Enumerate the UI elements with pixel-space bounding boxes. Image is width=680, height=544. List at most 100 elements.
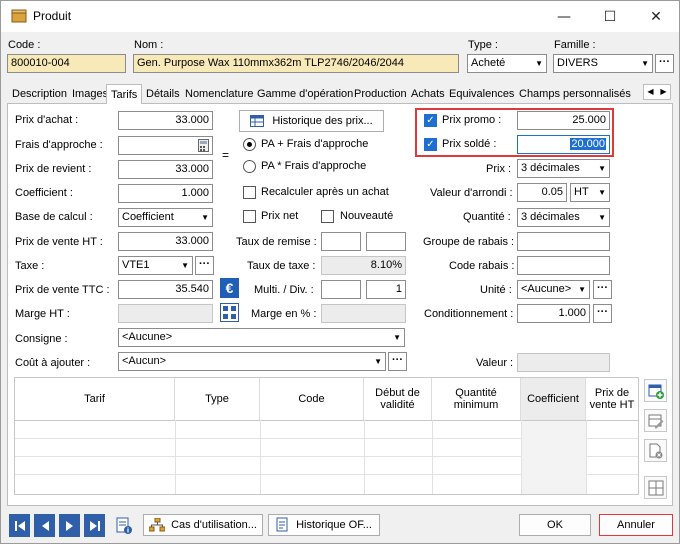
arrow-right-icon[interactable]: ▶ — [660, 85, 666, 99]
chevron-down-icon: ▼ — [598, 188, 606, 197]
next-icon — [65, 520, 73, 531]
euro-icon[interactable]: € — [220, 278, 239, 298]
last-icon — [89, 520, 100, 531]
product-box-icon — [11, 9, 27, 23]
recalculer-checkbox[interactable] — [243, 186, 256, 199]
prix-revient-input[interactable]: 33.000 — [118, 160, 213, 179]
tab-images[interactable]: Images — [72, 88, 108, 100]
calculator-icon[interactable] — [198, 139, 209, 152]
cas-utilisation-button[interactable]: Cas d'utilisation... — [143, 514, 263, 536]
col-header-pv-ht[interactable]: Prix de vente HT — [586, 378, 638, 420]
type-value: Acheté — [471, 57, 506, 69]
code-rabais-input[interactable] — [517, 256, 610, 275]
unite-more-button[interactable]: ··· — [593, 280, 612, 299]
radio-pa-plus[interactable] — [243, 138, 256, 151]
div-input[interactable]: 1 — [366, 280, 406, 299]
historique-prix-button[interactable]: Historique des prix... — [239, 110, 384, 132]
prix-decimales-select[interactable]: 3 décimales ▼ — [517, 159, 610, 178]
prix-achat-input[interactable]: 33.000 — [118, 111, 213, 130]
first-record-button[interactable] — [9, 514, 30, 537]
last-record-button[interactable] — [84, 514, 105, 537]
famille-label: Famille : — [554, 39, 596, 51]
minimize-button[interactable]: — — [541, 1, 587, 32]
nom-field[interactable]: Gen. Purpose Wax 110mmx362m TLP2746/2046… — [133, 54, 459, 73]
taux-remise-input-2[interactable] — [366, 232, 406, 251]
tab-details[interactable]: Détails — [146, 88, 180, 100]
pv-ht-input[interactable]: 33.000 — [118, 232, 213, 251]
arrow-left-icon[interactable]: ◀ — [647, 85, 653, 99]
taxe-select[interactable]: VTE1 ▼ — [118, 256, 193, 275]
frais-approche-input[interactable] — [118, 136, 213, 155]
ok-button[interactable]: OK — [519, 514, 591, 536]
next-record-button[interactable] — [59, 514, 80, 537]
close-button[interactable]: ✕ — [633, 1, 679, 32]
chevron-down-icon: ▼ — [578, 285, 586, 294]
arrondi-input[interactable]: 0.05 — [517, 183, 567, 202]
quantite-select[interactable]: 3 décimales ▼ — [517, 208, 610, 227]
tab-production[interactable]: Production — [354, 88, 407, 100]
prix-promo-label: Prix promo : — [442, 114, 502, 126]
famille-select[interactable]: DIVERS ▼ — [553, 54, 653, 73]
cout-more-button[interactable]: ··· — [388, 352, 407, 371]
info-button[interactable] — [113, 514, 135, 537]
edit-row-icon — [648, 414, 663, 428]
prix-promo-input[interactable]: 25.000 — [517, 111, 610, 130]
historique-of-button[interactable]: Historique OF... — [268, 514, 380, 536]
taux-remise-input[interactable] — [321, 232, 361, 251]
code-field[interactable]: 800010-004 — [7, 54, 126, 73]
add-row-button[interactable] — [644, 379, 667, 402]
arrondi-unit-select[interactable]: HT ▼ — [570, 183, 610, 202]
col-header-tarif[interactable]: Tarif — [15, 378, 175, 420]
edit-row-button[interactable] — [644, 409, 667, 432]
conditionnement-input[interactable]: 1.000 — [517, 304, 590, 323]
col-header-code[interactable]: Code — [260, 378, 364, 420]
tab-nomenclature[interactable]: Nomenclature — [185, 88, 253, 100]
prev-record-button[interactable] — [34, 514, 55, 537]
tab-description[interactable]: Description — [12, 88, 67, 100]
radio-pa-mult[interactable] — [243, 160, 256, 173]
tab-scroll-arrows[interactable]: ◀ ▶ — [643, 84, 671, 100]
col-header-debut[interactable]: Début de validité — [364, 378, 432, 420]
tab-equivalences[interactable]: Equivalences — [449, 88, 514, 100]
multi-input[interactable] — [321, 280, 361, 299]
maximize-button[interactable]: ☐ — [587, 1, 633, 32]
window-title: Produit — [33, 9, 72, 23]
chevron-down-icon: ▼ — [393, 333, 401, 342]
base-calcul-select[interactable]: Coefficient ▼ — [118, 208, 213, 227]
col-header-quantite[interactable]: Quantité minimum — [432, 378, 521, 420]
unite-select[interactable]: <Aucune> ▼ — [517, 280, 590, 299]
col-header-type[interactable]: Type — [175, 378, 260, 420]
prix-solde-checkbox[interactable]: ✓ — [424, 138, 437, 151]
prix-promo-checkbox[interactable]: ✓ — [424, 114, 437, 127]
tab-achats[interactable]: Achats — [411, 88, 445, 100]
delete-row-button[interactable] — [644, 439, 667, 462]
annuler-button[interactable]: Annuler — [599, 514, 673, 536]
famille-more-button[interactable]: ··· — [655, 54, 674, 73]
pv-ttc-input[interactable]: 35.540 — [118, 280, 213, 299]
tab-champs[interactable]: Champs personnalisés — [519, 88, 637, 100]
groupe-rabais-input[interactable] — [517, 232, 610, 251]
nouveaute-checkbox[interactable] — [321, 210, 334, 223]
prix-solde-input[interactable]: 20.000 — [517, 135, 610, 154]
radio-pa-plus-label: PA + Frais d'approche — [261, 138, 369, 150]
coefficient-label: Coefficient : — [15, 187, 73, 199]
tab-gamme[interactable]: Gamme d'opération — [257, 88, 353, 100]
groupe-rabais-label: Groupe de rabais : — [423, 236, 515, 248]
tarifs-grid[interactable]: Tarif Type Code Début de validité Quanti… — [14, 377, 639, 495]
tab-tarifs[interactable]: Tarifs — [106, 84, 143, 105]
equals-sign: = — [222, 148, 230, 162]
table-icon — [250, 115, 265, 127]
unite-value: <Aucune> — [521, 283, 572, 295]
conditionnement-more-button[interactable]: ··· — [593, 304, 612, 323]
prix-net-checkbox[interactable] — [243, 210, 256, 223]
conditionnement-label: Conditionnement : — [424, 308, 514, 320]
consigne-select[interactable]: <Aucune> ▼ — [118, 328, 405, 347]
col-header-coefficient[interactable]: Coefficient — [521, 378, 586, 420]
cout-select[interactable]: <Aucun> ▼ — [118, 352, 386, 371]
chevron-down-icon: ▼ — [374, 357, 382, 366]
grid-options-button[interactable] — [644, 476, 667, 499]
taxe-more-button[interactable]: ··· — [195, 256, 214, 275]
type-select[interactable]: Acheté ▼ — [467, 54, 547, 73]
coefficient-input[interactable]: 1.000 — [118, 184, 213, 203]
grid-calc-icon[interactable] — [220, 303, 239, 322]
